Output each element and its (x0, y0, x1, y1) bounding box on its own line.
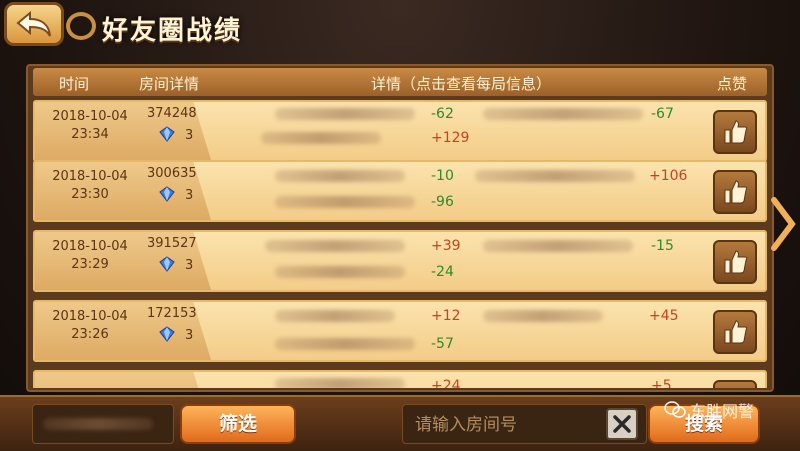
player-name-blurred (275, 266, 405, 278)
table-row[interactable]: 2018-10-04 23:34 374248 3 -62 +129 -67 (33, 100, 767, 162)
room-search-input[interactable] (413, 405, 607, 445)
page-title: 好友圈战绩 (102, 16, 243, 46)
chevron-right-icon[interactable] (768, 196, 798, 252)
diamond-icon (159, 186, 175, 202)
player-name-blurred (275, 378, 405, 388)
close-icon (613, 415, 631, 433)
record-datetime: 2018-10-04 23:29 (45, 238, 135, 274)
back-arrow-icon (16, 10, 51, 37)
room-number: 172153 (147, 306, 197, 321)
room-number: 374248 (147, 106, 197, 121)
record-time: 23:30 (71, 187, 109, 202)
player-name-blurred (475, 170, 635, 182)
diamond-icon (159, 326, 175, 342)
score-player-2: -57 (431, 336, 454, 352)
watermark: 东胜网警 (664, 398, 754, 422)
diamond-icon (159, 126, 175, 142)
thumbs-up-icon (724, 320, 748, 344)
player-name-blurred (483, 108, 643, 120)
score-player-2: -24 (431, 264, 454, 280)
record-datetime: 2018-10-04 23:30 (45, 168, 135, 204)
round-count: 3 (185, 328, 194, 343)
wechat-icon (664, 401, 686, 418)
player-name-blurred (275, 310, 395, 322)
player-name-blurred (275, 196, 415, 208)
header-like: 点赞 (717, 75, 748, 93)
room-number: 391527 (147, 236, 197, 251)
back-button[interactable] (4, 2, 64, 46)
player-name-blurred (275, 338, 415, 350)
like-button[interactable] (713, 310, 757, 354)
player-name-blurred (261, 132, 381, 144)
score-player-1: -62 (431, 106, 454, 122)
thumbs-up-icon (724, 250, 748, 274)
header-room: 房间详情 (139, 75, 200, 93)
score-player-3: -67 (651, 106, 674, 122)
record-date: 2018-10-04 (52, 109, 128, 124)
record-time: 23:29 (71, 257, 109, 272)
blurred-info-box (32, 404, 174, 444)
score-player-1: +39 (431, 238, 461, 254)
player-name-blurred (483, 310, 603, 322)
room-number: 300635 (147, 166, 197, 181)
score-player-3: +45 (649, 308, 679, 324)
table-row[interactable]: 2018-10-04 23:29 391527 3 +39 -24 -15 (33, 230, 767, 292)
like-button[interactable] (713, 170, 757, 214)
record-time: 23:34 (71, 127, 109, 142)
clear-button[interactable] (606, 408, 638, 440)
score-player-1: -10 (431, 168, 454, 184)
like-button[interactable] (713, 380, 757, 388)
header-time: 时间 (59, 75, 90, 93)
round-count: 3 (185, 188, 194, 203)
player-name-blurred (275, 170, 405, 182)
like-button[interactable] (713, 240, 757, 284)
score-player-2: +129 (431, 130, 470, 146)
record-date: 2018-10-04 (52, 309, 128, 324)
score-player-2: -96 (431, 194, 454, 210)
player-name-blurred (265, 240, 405, 252)
score-player-1: +24 (431, 378, 461, 388)
record-datetime: 2018-10-04 23:34 (45, 108, 135, 144)
table-row[interactable]: 2018-10-04 23:30 300635 3 -10 -96 +106 (33, 160, 767, 222)
thumbs-up-icon (724, 180, 748, 204)
score-player-3: +106 (649, 168, 688, 184)
player-name-blurred (275, 108, 415, 120)
score-player-3: -15 (651, 238, 674, 254)
player-name-blurred (483, 240, 633, 252)
blurred-text (43, 418, 153, 430)
round-count: 3 (185, 128, 194, 143)
decorative-curl (66, 12, 96, 40)
record-date: 2018-10-04 (52, 239, 128, 254)
row-info-area (35, 372, 211, 388)
score-player-1: +12 (431, 308, 461, 324)
record-datetime: 2018-10-04 23:26 (45, 308, 135, 344)
table-header: 时间 房间详情 详情（点击查看每局信息） 点赞 (33, 68, 767, 96)
like-button[interactable] (713, 110, 757, 154)
table-row[interactable]: 2018-10-04 23:26 172153 3 +12 -57 +45 (33, 300, 767, 362)
record-time: 23:26 (71, 327, 109, 342)
table-row[interactable]: +24 +5 (33, 370, 767, 388)
records-list[interactable]: 2018-10-04 23:34 374248 3 -62 +129 -67 2… (33, 100, 767, 388)
diamond-icon (159, 256, 175, 272)
filter-button[interactable]: 筛选 (180, 404, 296, 444)
thumbs-up-icon (724, 120, 748, 144)
round-count: 3 (185, 258, 194, 273)
header-detail: 详情（点击查看每局信息） (371, 75, 552, 93)
record-date: 2018-10-04 (52, 169, 128, 184)
watermark-text: 东胜网警 (690, 402, 755, 421)
score-player-3: +5 (651, 378, 672, 388)
